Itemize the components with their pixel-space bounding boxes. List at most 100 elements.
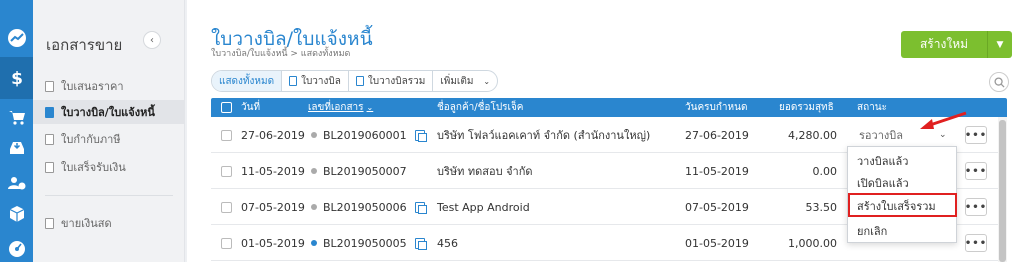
more-options-icon[interactable]: ••• — [965, 198, 987, 216]
sort-down-icon: ⌄ — [366, 103, 374, 112]
row-doc-no[interactable]: BL2019050006 — [311, 189, 427, 225]
copy-document-icon — [355, 76, 364, 86]
table-header: วันที่ เลขที่เอกสาร ⌄ ชื่อลูกค้า/ชื่อโปรเ… — [211, 98, 1007, 117]
row-doc-no[interactable]: BL2019060001 — [311, 117, 427, 153]
filter-combined-label: ใบวางบิลรวม — [367, 75, 426, 87]
filter-tabs: แสดงทั้งหมด ใบวางบิล ใบวางบิลรวม เพิ่มเต… — [211, 70, 499, 92]
sidebar-item-label: ใบเสนอราคา — [61, 80, 124, 93]
row-customer: บริษัท โฟลว์แอคเคาท์ จำกัด (สำนักงานใหญ่… — [437, 129, 651, 142]
document-icon — [45, 133, 54, 145]
row-customer: Test App Android — [437, 200, 530, 214]
icon-rail: $ — [0, 0, 33, 262]
select-all-checkbox[interactable] — [221, 98, 232, 117]
row-total: 4,280.00 — [788, 128, 837, 142]
document-icon[interactable] — [414, 201, 427, 214]
scrollbar-thumb[interactable] — [999, 120, 1006, 262]
gauge-icon[interactable] — [0, 227, 33, 262]
sidebar-divider — [45, 195, 173, 196]
dollar-icon[interactable]: $ — [0, 57, 33, 99]
status-dot — [311, 132, 317, 138]
chevron-down-icon: ⌄ — [483, 76, 491, 86]
status-option-billed[interactable]: วางบิลแล้ว — [848, 150, 956, 172]
search-button[interactable] — [989, 72, 1009, 92]
row-date: 27-06-2019 — [241, 128, 305, 142]
chevron-down-icon[interactable]: ▼ — [988, 31, 1012, 58]
row-checkbox[interactable] — [221, 225, 232, 261]
column-customer[interactable]: ชื่อลูกค้า/ชื่อโปรเจ็ค — [437, 98, 524, 117]
column-doc-no[interactable]: เลขที่เอกสาร ⌄ — [308, 98, 373, 117]
filter-more-dropdown[interactable]: เพิ่มเติม ⌄ — [433, 71, 497, 91]
row-date: 07-05-2019 — [241, 200, 305, 214]
sidebar-item-cash-sale[interactable]: ขายเงินสด — [33, 211, 185, 235]
sidebar-item-billing[interactable]: ใบวางบิล/ใบแจ้งหนี้ — [33, 100, 185, 124]
more-options-icon[interactable]: ••• — [965, 162, 987, 180]
more-options-icon[interactable]: ••• — [965, 234, 987, 252]
status-option-opened[interactable]: เปิดบิลแล้ว — [848, 172, 956, 194]
row-more[interactable]: ••• — [965, 153, 987, 189]
filter-more-label: เพิ่มเติม — [440, 75, 474, 87]
sidebar-item-label: ใบวางบิล/ใบแจ้งหนี้ — [61, 106, 155, 119]
row-customer: บริษัท ทดสอบ จำกัด — [437, 165, 533, 178]
row-date: 11-05-2019 — [241, 164, 305, 178]
filter-all[interactable]: แสดงทั้งหมด — [212, 71, 283, 91]
search-icon — [993, 76, 1005, 88]
annotation-arrow-icon — [920, 111, 967, 129]
highlight-box — [848, 193, 957, 217]
status-dot — [311, 204, 317, 210]
row-total: 0.00 — [812, 164, 838, 178]
row-checkbox[interactable] — [221, 117, 232, 153]
column-status[interactable]: สถานะ — [857, 98, 887, 117]
row-due-date: 11-05-2019 — [685, 164, 749, 178]
status-option-cancel[interactable]: ยกเลิก — [848, 220, 956, 242]
doc-no-text: BL2019050007 — [323, 164, 407, 178]
breadcrumb[interactable]: ใบวางบิล/ใบแจ้งหนี้ > แสดงทั้งหมด — [211, 46, 350, 60]
document-icon — [45, 217, 54, 229]
row-checkbox[interactable] — [221, 153, 232, 189]
copy-document-icon[interactable] — [414, 237, 427, 250]
sidebar-item-label: ขายเงินสด — [61, 217, 112, 230]
sidebar-item-tax-invoice[interactable]: ใบกำกับภาษี — [33, 127, 185, 151]
status-dot — [311, 240, 317, 246]
sidebar-item-label: ใบกำกับภาษี — [61, 133, 121, 146]
doc-no-text: BL2019050005 — [323, 236, 407, 250]
copy-document-icon[interactable] — [414, 129, 427, 142]
doc-no-text: BL2019050006 — [323, 200, 407, 214]
collapse-sidebar-button[interactable]: ‹ — [143, 31, 161, 49]
chevron-left-icon: ‹ — [150, 34, 154, 46]
document-icon — [45, 106, 54, 118]
row-date: 01-05-2019 — [241, 236, 305, 250]
svg-text:$: $ — [11, 69, 23, 88]
sales-doc-sidebar: เอกสารขาย ใบเสนอราคา ใบวางบิล/ใบแจ้งหนี้… — [33, 0, 185, 262]
sidebar-item-quotation[interactable]: ใบเสนอราคา — [33, 74, 185, 98]
filter-billing[interactable]: ใบวางบิล — [282, 71, 349, 91]
column-due-date[interactable]: วันครบกำหนด — [685, 98, 747, 117]
filter-all-label: แสดงทั้งหมด — [219, 75, 275, 87]
row-total: 53.50 — [805, 200, 838, 214]
column-total[interactable]: ยอดรวมสุทธิ — [779, 98, 834, 117]
row-more[interactable]: ••• — [965, 225, 987, 261]
document-icon — [289, 76, 298, 86]
row-more[interactable]: ••• — [965, 189, 987, 225]
create-new-button[interactable]: สร้างใหม่ ▼ — [901, 31, 1012, 58]
sidebar-item-receipt[interactable]: ใบเสร็จรับเงิน — [33, 155, 185, 179]
row-total: 1,000.00 — [788, 236, 837, 250]
doc-no-text: BL2019060001 — [323, 128, 407, 142]
row-checkbox[interactable] — [221, 189, 232, 225]
sidebar-title: เอกสารขาย — [46, 36, 123, 54]
logo-icon[interactable] — [0, 17, 33, 59]
row-doc-no[interactable]: BL2019050007 — [311, 153, 407, 189]
filter-billing-label: ใบวางบิล — [301, 75, 341, 87]
status-dot — [311, 168, 317, 174]
row-due-date: 07-05-2019 — [685, 200, 749, 214]
column-doc-no-label: เลขที่เอกสาร — [308, 102, 364, 113]
status-value: รอวางบิล — [859, 129, 903, 142]
row-due-date: 27-06-2019 — [685, 128, 749, 142]
filter-combined-billing[interactable]: ใบวางบิลรวม — [349, 71, 434, 91]
column-date[interactable]: วันที่ — [241, 98, 260, 117]
row-customer: 456 — [437, 236, 458, 250]
create-new-label[interactable]: สร้างใหม่ — [901, 31, 988, 58]
sidebar-item-label: ใบเสร็จรับเงิน — [61, 161, 126, 174]
row-doc-no[interactable]: BL2019050005 — [311, 225, 427, 261]
document-icon — [45, 161, 54, 173]
document-icon — [45, 80, 54, 92]
